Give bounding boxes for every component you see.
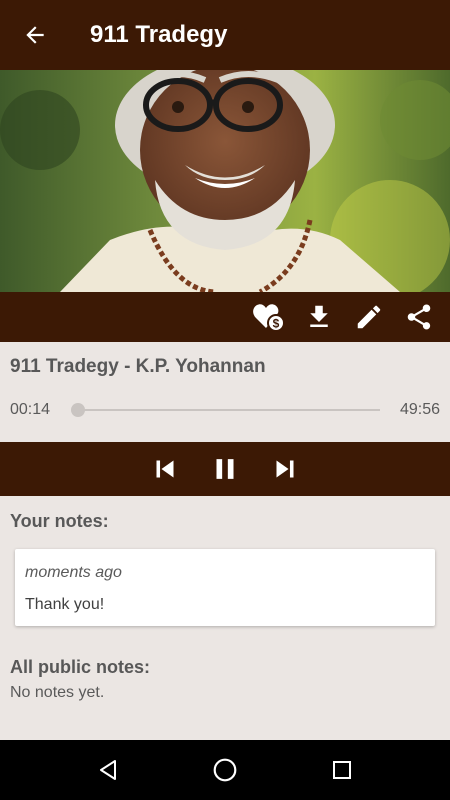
your-notes-heading: Your notes: <box>10 511 109 531</box>
system-nav-bar <box>0 740 450 800</box>
back-button[interactable] <box>0 0 70 70</box>
download-icon <box>310 305 328 327</box>
svg-text:$: $ <box>273 317 280 331</box>
next-button[interactable] <box>265 449 305 489</box>
download-button[interactable] <box>294 292 344 342</box>
previous-button[interactable] <box>145 449 185 489</box>
share-icon <box>407 304 431 330</box>
arrow-back-icon <box>26 26 44 44</box>
player-info: 911 Tradegy - K.P. Yohannan 00:14 49:56 <box>0 342 450 442</box>
pause-button[interactable] <box>205 449 245 489</box>
total-duration: 49:56 <box>399 401 440 418</box>
app-bar: 911 Tradegy <box>0 0 450 70</box>
track-title: 911 Tradegy - K.P. Yohannan <box>10 356 266 377</box>
triangle-back-icon <box>100 760 117 780</box>
seek-thumb[interactable] <box>71 403 85 417</box>
nav-home-button[interactable] <box>200 745 250 795</box>
playback-controls <box>0 442 450 496</box>
seek-row: 00:14 49:56 <box>10 398 440 422</box>
action-bar: $ <box>0 292 450 342</box>
note-timestamp: moments ago <box>25 564 122 581</box>
nav-recents-button[interactable] <box>317 745 367 795</box>
note-text: Thank you! <box>25 596 105 613</box>
square-recents-icon <box>332 761 351 779</box>
pause-icon <box>216 459 234 479</box>
note-card[interactable]: moments ago Thank you! <box>15 549 435 626</box>
edit-note-button[interactable] <box>344 292 394 342</box>
circle-home-icon <box>213 758 237 782</box>
notes-section: Your notes: moments ago Thank you! All p… <box>0 496 450 740</box>
hero-image <box>0 70 450 292</box>
public-notes-empty: No notes yet. <box>10 684 105 701</box>
skip-previous-icon <box>156 460 174 478</box>
seek-track <box>74 409 380 411</box>
skip-next-icon <box>276 460 294 478</box>
share-button[interactable] <box>394 292 444 342</box>
public-notes-heading: All public notes: <box>10 657 151 677</box>
donate-button[interactable]: $ <box>244 292 294 342</box>
nav-back-button[interactable] <box>83 745 133 795</box>
pencil-icon <box>357 305 381 329</box>
elapsed-time: 00:14 <box>10 401 51 418</box>
page-title: 911 Tradegy <box>90 21 228 48</box>
seek-bar[interactable] <box>70 398 380 422</box>
heart-donate-icon: $ <box>253 304 285 332</box>
speaker-portrait-image <box>0 70 450 292</box>
